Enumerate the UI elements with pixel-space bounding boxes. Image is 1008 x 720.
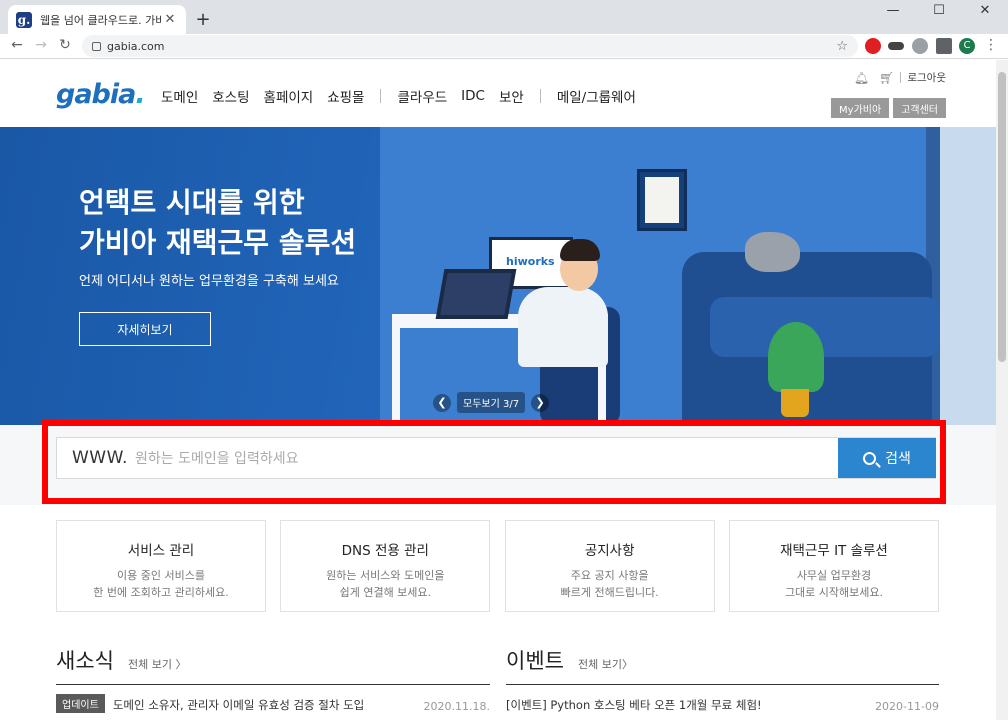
nav-divider [380, 89, 382, 103]
nav-homepage[interactable]: 홈페이지 [264, 86, 314, 106]
logout-link[interactable]: 로그아웃 [907, 70, 946, 85]
cart-icon[interactable]: 🛒︎ [879, 71, 894, 85]
new-tab-icon[interactable]: + [193, 9, 213, 30]
nav-cloud[interactable]: 클라우드 [397, 86, 447, 106]
back-icon[interactable]: ← [8, 37, 26, 53]
my-gabia-button[interactable]: My가비아 [831, 98, 890, 118]
hero-banner[interactable]: hiworks 언택트 시대를 위한 가비아 재택근무 솔루션 언제 어디서나 … [0, 127, 996, 425]
nav-idc[interactable]: IDC [461, 88, 485, 104]
events-title: 이벤트 [506, 649, 564, 673]
util-divider [900, 72, 902, 83]
browser-tab[interactable]: g. 웹을 넘어 클라우드로. 가비아 ✕ [8, 5, 186, 34]
adblock-extension-icon[interactable] [865, 38, 881, 54]
update-badge: 업데이트 [56, 694, 105, 713]
gabia-favicon-icon: g. [16, 11, 32, 28]
support-center-button[interactable]: 고객센터 [893, 98, 946, 118]
url-text: gabia.com [107, 39, 165, 53]
sofa-cushion-illustration [710, 297, 940, 357]
list-item[interactable]: 업데이트 도메인 소유자, 관리자 이메일 유효성 검증 절차 도입 2020.… [56, 685, 490, 713]
nav-hosting[interactable]: 호스팅 [212, 86, 249, 106]
nav-mail-groupware[interactable]: 메일/그룹웨어 [557, 86, 636, 106]
cat-illustration [745, 232, 800, 272]
gabia-logo[interactable]: gabia. [56, 79, 146, 110]
profile-avatar[interactable]: C [959, 38, 975, 54]
maximize-icon[interactable]: ☐ [916, 0, 962, 24]
view-all-slides[interactable]: 모두보기 3/7 [457, 392, 526, 413]
nav-divider [539, 89, 541, 103]
cactus-poster-illustration [637, 169, 687, 231]
tab-title: 웹을 넘어 클라우드로. 가비아 [40, 13, 162, 27]
tab-close-icon[interactable]: ✕ [162, 12, 178, 27]
bookmark-star-icon[interactable]: ☆ [836, 39, 848, 54]
highlight-box [42, 420, 946, 504]
nav-security[interactable]: 보안 [499, 86, 524, 106]
news-item-title: 도메인 소유자, 관리자 이메일 유효성 검증 절차 도입 [112, 698, 365, 712]
hero-title: 언택트 시대를 위한 가비아 재택근무 솔루션 [79, 186, 357, 259]
news-view-all-link[interactable]: 전체 보기 〉 [128, 656, 186, 672]
card-remote-work-solution[interactable]: 재택근무 IT 솔루션 사무실 업무환경 그대로 시작해보세요. [728, 520, 939, 612]
person-illustration [518, 287, 608, 367]
news-title: 새소식 [56, 649, 114, 673]
main-nav: 도메인 호스팅 홈페이지 쇼핑몰 클라우드 IDC 보안 메일/그룹웨어 [161, 86, 650, 106]
forward-icon[interactable]: → [32, 37, 50, 53]
bell-icon[interactable]: 🔔︎ [854, 71, 869, 85]
window-close-icon[interactable]: ✕ [962, 0, 1008, 24]
event-item-date: 2020-11-09 [875, 700, 939, 713]
list-item[interactable]: [이벤트] Python 호스팅 베타 오픈 1개월 무료 체험! 2020-1… [506, 685, 939, 713]
hero-subtitle: 언제 어디서나 원하는 업무환경을 구축해 보세요 [79, 274, 339, 289]
card-dns-management[interactable]: DNS 전용 관리 원하는 서비스와 도메인을 쉽게 연결해 보세요. [280, 520, 491, 612]
browser-menu-icon[interactable]: ⋮ [984, 37, 998, 53]
card-notices[interactable]: 공지사항 주요 공지 사항을 빠르게 전해드립니다. [504, 520, 715, 612]
quick-service-cards: 서비스 관리 이용 중인 서비스를 한 번에 조회하고 관리하세요. DNS 전… [56, 520, 939, 612]
site-header: gabia. 도메인 호스팅 홈페이지 쇼핑몰 클라우드 IDC 보안 메일/그… [0, 60, 996, 127]
monitor-text: hiworks [506, 255, 555, 268]
learn-more-button[interactable]: 자세히보기 [79, 312, 211, 346]
events-view-all-link[interactable]: 전체 보기〉 [578, 656, 633, 672]
banner-pager: ❮ 모두보기 3/7 ❯ [433, 392, 550, 413]
page-scrollbar[interactable] [996, 60, 1008, 720]
laptop-illustration [435, 269, 517, 319]
scrollbar-thumb[interactable] [998, 72, 1006, 362]
next-slide-icon[interactable]: ❯ [531, 393, 550, 412]
browser-tabbar: g. 웹을 넘어 클라우드로. 가비아 ✕ + — ☐ ✕ [0, 0, 1008, 34]
events-section: 이벤트 전체 보기〉 [이벤트] Python 호스팅 베타 오픈 1개월 무료… [506, 645, 939, 713]
news-section: 새소식 전체 보기 〉 업데이트 도메인 소유자, 관리자 이메일 유효성 검증… [56, 645, 490, 713]
news-item-date: 2020.11.18. [423, 700, 490, 713]
window-controls: — ☐ ✕ [870, 0, 1008, 24]
browser-toolbar: ← → ↻ gabia.com ☆ C ⋮ [0, 34, 1008, 59]
utility-buttons: My가비아 고객센터 [827, 98, 946, 118]
prev-slide-icon[interactable]: ❮ [433, 393, 451, 412]
plant-illustration [768, 322, 824, 392]
nav-shoppingmall[interactable]: 쇼핑몰 [327, 86, 364, 106]
event-item-title: [이벤트] Python 호스팅 베타 오픈 1개월 무료 체험! [506, 698, 762, 712]
minimize-icon[interactable]: — [870, 0, 916, 24]
lock-icon [92, 41, 101, 51]
nav-domain[interactable]: 도메인 [161, 86, 198, 106]
address-bar[interactable]: gabia.com ☆ [82, 35, 858, 57]
plant-pot-illustration [781, 389, 809, 417]
share-extension-icon[interactable] [912, 38, 928, 54]
puzzle-extensions-icon[interactable] [936, 38, 952, 54]
mask-extension-icon[interactable] [888, 42, 904, 50]
card-service-management[interactable]: 서비스 관리 이용 중인 서비스를 한 번에 조회하고 관리하세요. [56, 520, 266, 612]
reload-icon[interactable]: ↻ [56, 37, 74, 53]
utility-links: 🔔︎ 🛒︎ 로그아웃 [854, 70, 946, 85]
